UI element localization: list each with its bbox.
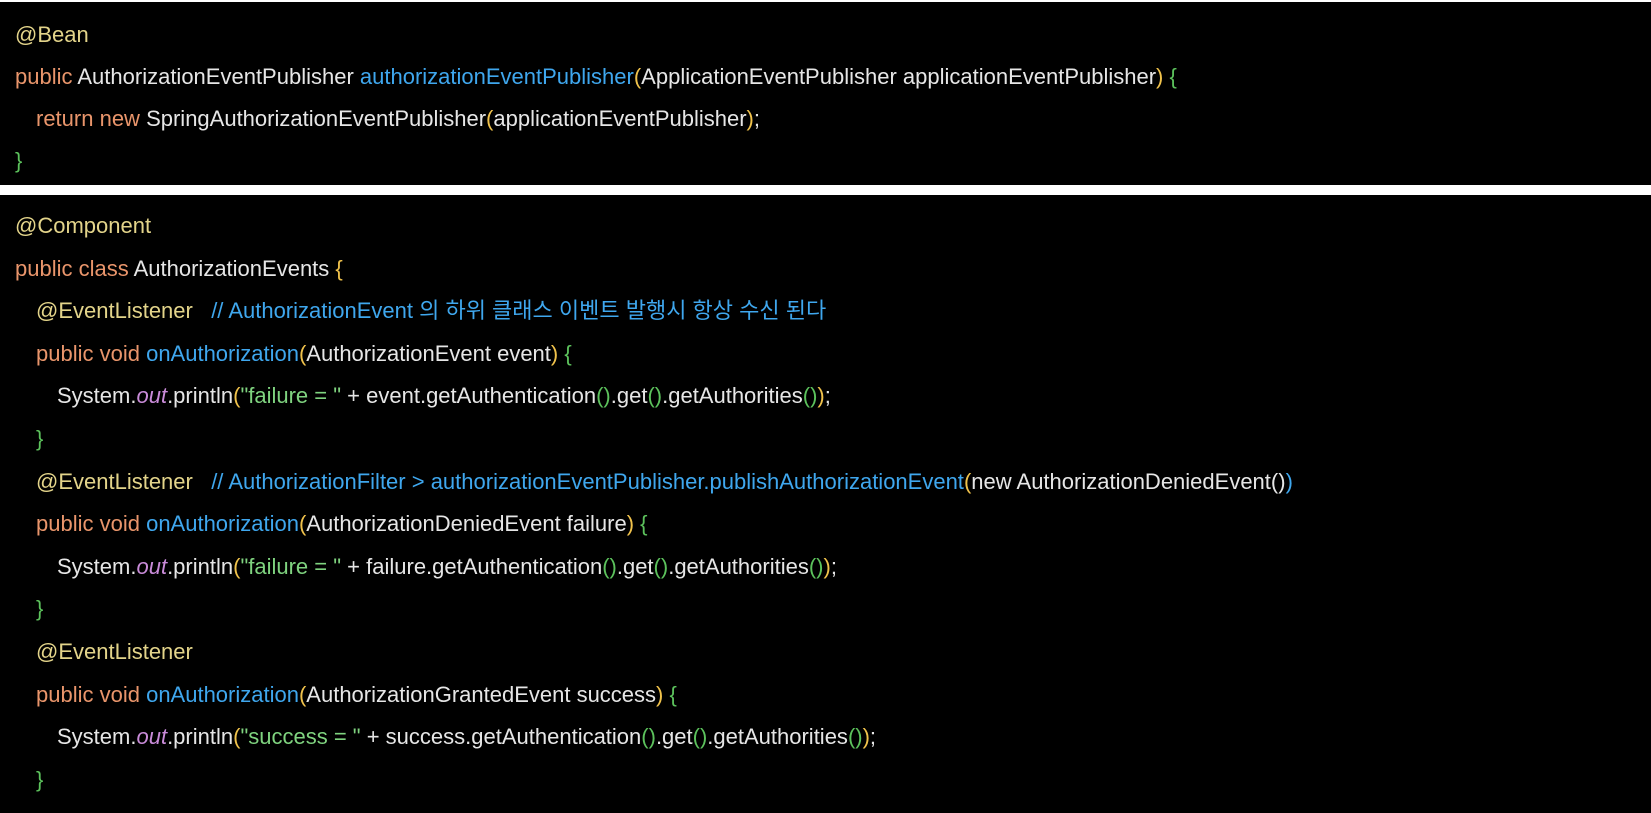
code-token-default: .get [616,553,654,579]
code-line: } [15,759,1651,802]
code-token-default: .getAuthorities [662,383,803,409]
code-token-default: .println [167,553,234,579]
code-line: return new SpringAuthorizationEventPubli… [15,98,1651,140]
code-token-comment: // AuthorizationEvent 의 하위 클래스 이벤트 발행시 항… [192,298,827,324]
code-token-brace-green: } [36,425,44,451]
code-token-comment: // AuthorizationFilter > authorizationEv… [192,468,964,494]
code-token-punct: ; [753,106,760,131]
code-line: public void onAuthorization(Authorizatio… [15,674,1651,717]
code-token-default: () [1270,468,1286,494]
code-line: @EventListener // AuthorizationFilter > … [15,461,1651,504]
code-token-brace-green: () [596,383,611,409]
code-token-default: SpringAuthorizationEventPublisher [139,106,487,131]
code-token-default: AuthorizationGrantedEvent success [306,681,657,707]
code-token-brace-green: () [808,553,824,579]
code-token-default: .getAuthorities [707,724,848,750]
code-token-brace-green: { [564,340,572,366]
code-token-keyword: public void [36,681,140,707]
code-line: @Component [15,205,1651,248]
code-token-brace-outer: { [335,255,343,281]
code-token-default: new AuthorizationDeniedEvent [971,468,1271,494]
code-token-keyword: return new [36,106,140,131]
code-line: @Bean [15,14,1651,56]
code-token-paren: ) [746,106,754,131]
code-token-keyword: public void [36,511,140,537]
code-token-brace-green: () [653,553,669,579]
code-token-default: .get [610,383,648,409]
code-token-default: System. [57,724,137,750]
code-token-brace-green: () [692,724,708,750]
code-token-method: onAuthorization [146,340,299,366]
code-token-default: ApplicationEventPublisher applicationEve… [641,64,1157,89]
code-token-default: System. [57,383,137,409]
code-line: } [15,140,1651,182]
code-token-default: .getAuthorities [668,553,809,579]
code-token-default: AuthorizationEventPublisher [72,64,360,89]
code-line: } [15,588,1651,631]
code-token-method: onAuthorization [146,511,299,537]
code-token-default: .get [655,724,693,750]
code-line: public class AuthorizationEvents { [15,248,1651,291]
code-token-default: AuthorizationEvents [128,255,336,281]
code-line: @EventListener [15,631,1651,674]
code-token-paren: ) [823,553,831,579]
code-token-annotation: @EventListener [36,638,193,664]
code-token-brace-green: } [36,596,44,622]
code-token-default: .println [167,383,234,409]
code-token-default: + event.getAuthentication [341,383,597,409]
code-token-string: "failure = " [240,553,342,579]
code-line: System.out.println("failure = " + event.… [15,375,1651,418]
code-token-brace-green: () [847,724,863,750]
code-token-default: + failure.getAuthentication [341,553,603,579]
code-token-default: AuthorizationDeniedEvent failure [306,511,627,537]
code-token-paren: ) [862,724,870,750]
code-token-punct: ; [869,724,877,750]
code-token-brace-green: () [802,383,818,409]
code-line: @EventListener // AuthorizationEvent 의 하… [15,290,1651,333]
code-token-default: applicationEventPublisher [493,106,747,131]
code-token-brace-green: () [641,724,656,750]
code-token-paren: ) [626,511,635,537]
code-token-keyword: public class [15,255,129,281]
code-token-annotation: @Bean [15,22,89,47]
code-line: public void onAuthorization(Authorizatio… [15,503,1651,546]
code-token-keyword: public [15,64,73,89]
code-token-annotation: @Component [15,213,152,238]
code-token-brace-green: } [36,766,44,792]
code-token-annotation: @EventListener [36,298,193,324]
code-token-default: .println [167,724,234,750]
code-token-paren: ) [817,383,825,409]
code-token-string: "success = " [240,724,361,750]
code-token-brace-green: () [647,383,663,409]
code-token-static: out [136,383,168,409]
code-token-brace-green: { [640,511,648,537]
code-token-punct: ; [830,553,837,579]
code-token-default: System. [57,553,137,579]
code-block-authorization-events: @Component public class AuthorizationEven… [0,195,1651,813]
code-line: public AuthorizationEventPublisher autho… [15,56,1651,98]
code-token-comment: ) [1285,468,1293,494]
code-line: } [15,418,1651,461]
code-token-punct: ; [824,383,831,409]
code-line: public void onAuthorization(Authorizatio… [15,333,1651,376]
code-token-method: onAuthorization [146,681,299,707]
code-token-static: out [136,553,168,579]
code-token-brace-green: { [1169,64,1177,89]
code-token-default: + success.getAuthentication [360,724,642,750]
code-token-brace-green: } [15,148,23,173]
code-block-bean-config: @Bean public AuthorizationEventPublisher … [0,2,1651,185]
code-token-keyword: public void [36,340,140,366]
code-line: System.out.println("success = " + succes… [15,716,1651,759]
code-token-default: AuthorizationEvent event [306,340,551,366]
code-token-annotation: @EventListener [36,468,193,494]
code-token-brace-green: () [602,553,617,579]
code-token-static: out [136,724,168,750]
code-token-brace-green: { [669,681,677,707]
code-token-string: "failure = " [240,383,342,409]
code-line: System.out.println("failure = " + failur… [15,546,1651,589]
code-token-method: authorizationEventPublisher [359,64,634,89]
